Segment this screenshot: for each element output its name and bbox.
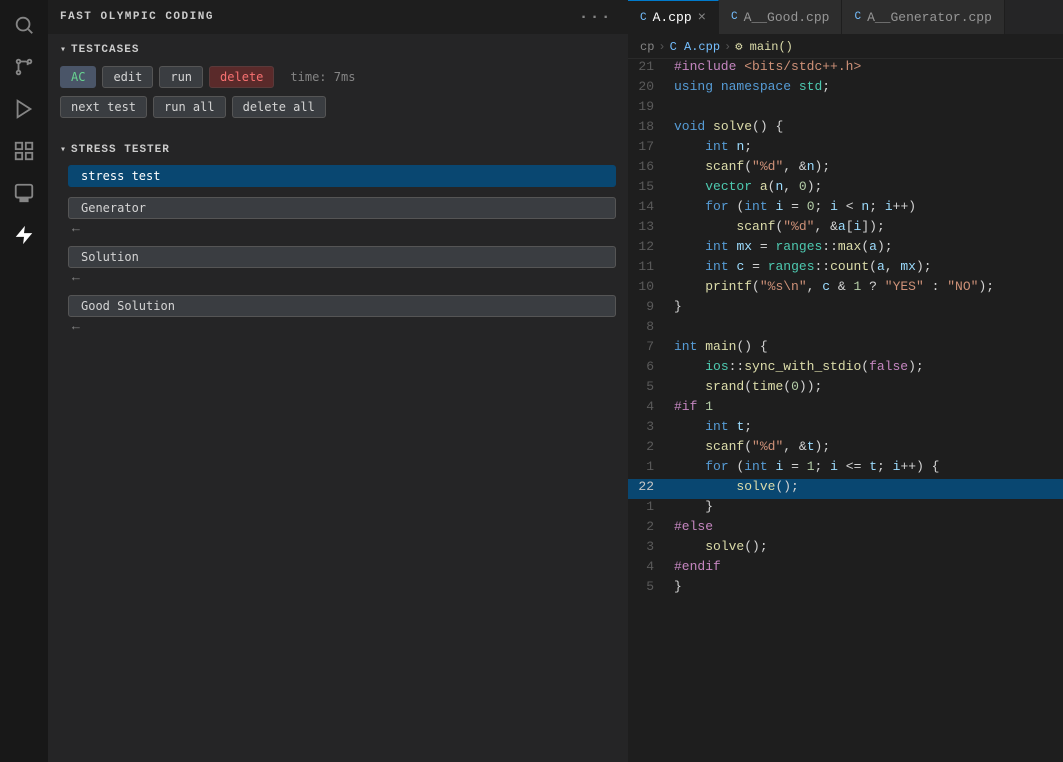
code-line-22-solve: 22 solve(); — [628, 479, 1063, 499]
run-all-button[interactable]: run all — [153, 96, 226, 118]
sidebar-title: FAST OLYMPIC CODING ··· — [48, 0, 628, 34]
stress-tester-section: ▾ STRESS TESTER stress test Generator ← … — [48, 134, 628, 349]
source-control-icon[interactable] — [7, 50, 41, 84]
code-line-8: 8 — [628, 319, 1063, 339]
code-line-14: 14 for (int i = 0; i < n; i++) — [628, 199, 1063, 219]
remote-icon[interactable] — [7, 176, 41, 210]
ac-button[interactable]: AC — [60, 66, 96, 88]
stress-tester-label: STRESS TESTER — [71, 144, 170, 156]
code-line-16: 16 scanf("%d", &n); — [628, 159, 1063, 179]
breadcrumb-cp: cp — [640, 40, 654, 54]
tab-a-cpp-label: A.cpp — [653, 10, 692, 25]
code-line-19: 19 — [628, 99, 1063, 119]
stress-tester-arrow: ▾ — [60, 144, 67, 156]
testcases-arrow: ▾ — [60, 44, 67, 56]
breadcrumb-file: C A.cpp — [670, 40, 720, 54]
delete-all-button[interactable]: delete all — [232, 96, 326, 118]
code-line-4a: 4 #if 1 — [628, 399, 1063, 419]
testcases-header[interactable]: ▾ TESTCASES — [48, 38, 628, 62]
code-line-20: 20 using namespace std; — [628, 79, 1063, 99]
generator-arrow: ← — [68, 221, 616, 236]
code-line-11: 11 int c = ranges::count(a, mx); — [628, 259, 1063, 279]
code-line-1-for: 1 for (int i = 1; i <= t; i++) { — [628, 459, 1063, 479]
delete-button[interactable]: delete — [209, 66, 274, 88]
tab-a-cpp-icon: C — [640, 12, 647, 24]
code-line-2-else: 2 #else — [628, 519, 1063, 539]
lightning-icon[interactable] — [7, 218, 41, 252]
tab-a-cpp-close[interactable]: × — [698, 11, 706, 25]
code-line-10: 10 printf("%s\n", c & 1 ? "YES" : "NO"); — [628, 279, 1063, 299]
sidebar-more-button[interactable]: ··· — [579, 8, 616, 26]
code-line-17: 17 int n; — [628, 139, 1063, 159]
code-line-13: 13 scanf("%d", &a[i]); — [628, 219, 1063, 239]
generator-item: Generator ← — [48, 194, 628, 239]
run-button[interactable]: run — [159, 66, 203, 88]
testcase-buttons-row2: next test run all delete all — [48, 94, 628, 126]
stress-test-button[interactable]: stress test — [68, 165, 616, 187]
code-line-9: 9 } — [628, 299, 1063, 319]
code-line-7: 7 int main() { — [628, 339, 1063, 359]
code-line-18: 18 void solve() { — [628, 119, 1063, 139]
code-line-3-solve: 3 solve(); — [628, 539, 1063, 559]
testcase-buttons-row1: AC edit run delete time: 7ms — [48, 62, 628, 94]
extensions-icon[interactable] — [7, 134, 41, 168]
code-line-5-brace: 5 } — [628, 579, 1063, 599]
code-line-6: 6 ios::sync_with_stdio(false); — [628, 359, 1063, 379]
tab-a-good-icon: C — [731, 11, 738, 23]
tab-a-good-label: A__Good.cpp — [744, 10, 830, 25]
breadcrumb-fn: ⚙ main() — [735, 39, 793, 54]
activity-bar — [0, 0, 48, 762]
breadcrumb: cp › C A.cpp › ⚙ main() — [628, 35, 1063, 59]
code-line-3a: 3 int t; — [628, 419, 1063, 439]
code-editor[interactable]: 21 #include <bits/stdc++.h> 20 using nam… — [628, 59, 1063, 762]
testcases-label: TESTCASES — [71, 44, 139, 56]
code-line-1-brace: 1 } — [628, 499, 1063, 519]
good-solution-item: Good Solution ← — [48, 292, 628, 337]
testcases-section: ▾ TESTCASES AC edit run delete time: 7ms… — [48, 34, 628, 134]
time-display: time: 7ms — [280, 67, 365, 87]
tab-bar: C A.cpp × C A__Good.cpp C A__Generator.c… — [628, 0, 1063, 35]
tab-a-generator-cpp[interactable]: C A__Generator.cpp — [842, 0, 1004, 34]
code-line-2a: 2 scanf("%d", &t); — [628, 439, 1063, 459]
tab-a-good-cpp[interactable]: C A__Good.cpp — [719, 0, 842, 34]
code-line-5a: 5 srand(time(0)); — [628, 379, 1063, 399]
tab-a-cpp[interactable]: C A.cpp × — [628, 0, 719, 34]
edit-button[interactable]: edit — [102, 66, 153, 88]
editor-area: C A.cpp × C A__Good.cpp C A__Generator.c… — [628, 0, 1063, 762]
sidebar: FAST OLYMPIC CODING ··· ▾ TESTCASES AC e… — [48, 0, 628, 762]
generator-button[interactable]: Generator — [68, 197, 616, 219]
sidebar-title-text: FAST OLYMPIC CODING — [60, 11, 214, 23]
good-solution-button[interactable]: Good Solution — [68, 295, 616, 317]
solution-arrow: ← — [68, 270, 616, 285]
tab-a-gen-label: A__Generator.cpp — [867, 10, 992, 25]
tab-a-gen-icon: C — [854, 11, 861, 23]
code-line-12: 12 int mx = ranges::max(a); — [628, 239, 1063, 259]
code-line-4-endif: 4 #endif — [628, 559, 1063, 579]
stress-test-item: stress test — [48, 162, 628, 190]
search-icon[interactable] — [7, 8, 41, 42]
solution-button[interactable]: Solution — [68, 246, 616, 268]
stress-tester-header[interactable]: ▾ STRESS TESTER — [48, 138, 628, 162]
run-debug-icon[interactable] — [7, 92, 41, 126]
good-solution-arrow: ← — [68, 319, 616, 334]
code-line-21: 21 #include <bits/stdc++.h> — [628, 59, 1063, 79]
next-test-button[interactable]: next test — [60, 96, 147, 118]
solution-item: Solution ← — [48, 243, 628, 288]
code-line-15: 15 vector a(n, 0); — [628, 179, 1063, 199]
